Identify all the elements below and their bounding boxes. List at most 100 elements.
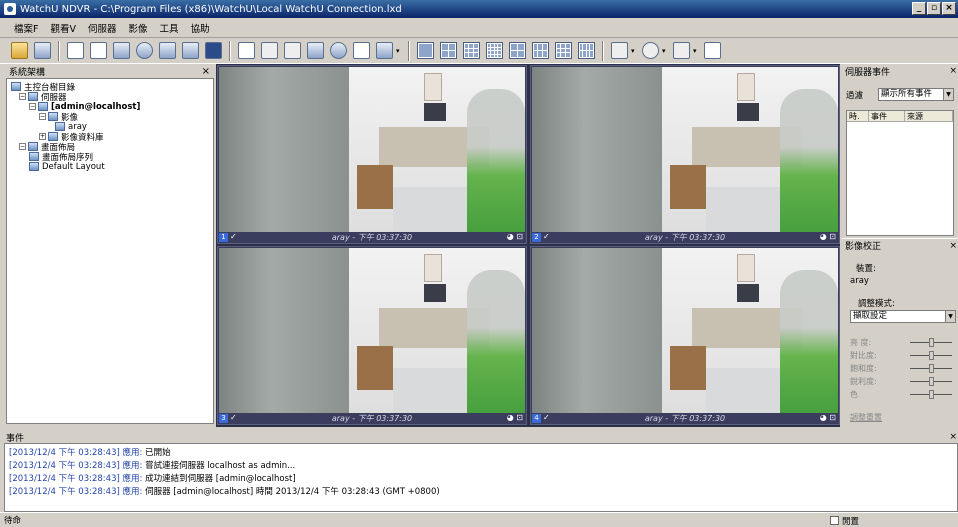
log-timestamp: [2013/12/4 下午 03:28:43] xyxy=(9,474,120,484)
person-dropdown[interactable]: ▾ xyxy=(693,47,701,55)
idle-status: 閒置 xyxy=(842,516,860,527)
camera-tile[interactable]: 1 ✓ aray - 下午 03:37:30 ◕ ⊡ xyxy=(217,65,527,244)
camera-status-icons[interactable]: ◕ ⊡ xyxy=(507,413,523,422)
adjust-close[interactable]: × xyxy=(949,241,957,251)
hand-dropdown[interactable]: ▾ xyxy=(662,47,670,55)
playback-button[interactable] xyxy=(179,40,201,62)
edit-button[interactable] xyxy=(110,40,132,62)
tree-view-button[interactable] xyxy=(64,40,86,62)
alarm-button[interactable] xyxy=(202,40,224,62)
col-source[interactable]: 來源 xyxy=(905,111,953,121)
connect-button[interactable] xyxy=(258,40,280,62)
adjust-slider[interactable] xyxy=(910,364,952,373)
tree-node-icon xyxy=(28,142,38,151)
camera-status-icons[interactable]: ◕ ⊡ xyxy=(507,232,523,241)
open-button[interactable] xyxy=(8,40,30,62)
adjust-slider[interactable] xyxy=(910,338,952,347)
col-time[interactable]: 時. xyxy=(847,111,869,121)
clock-button[interactable] xyxy=(133,40,155,62)
folder-icon xyxy=(10,42,28,59)
expand-toggle[interactable]: − xyxy=(19,143,26,150)
layout-2x2-button[interactable] xyxy=(437,40,459,62)
reset-link[interactable]: 調整重置 xyxy=(850,412,882,423)
log-timestamp: [2013/12/4 下午 03:28:43] xyxy=(9,487,120,497)
log-entry[interactable]: [2013/12/4 下午 03:28:43] 應用: 伺服器 [admin@l… xyxy=(9,485,953,498)
adjust-slider[interactable] xyxy=(910,351,952,360)
event-log-close[interactable]: × xyxy=(949,432,957,442)
export-button[interactable] xyxy=(304,40,326,62)
col-event[interactable]: 事件 xyxy=(869,111,905,121)
layout-1x1-icon xyxy=(416,42,434,59)
restore-button[interactable]: ▫ xyxy=(927,2,941,15)
hand-button[interactable] xyxy=(639,40,661,62)
log-source: 應用: xyxy=(122,474,143,484)
snapshot-dropdown[interactable]: ▾ xyxy=(631,47,639,55)
log-entry[interactable]: [2013/12/4 下午 03:28:43] 應用: 成功連結到伺服器 [ad… xyxy=(9,472,953,485)
expand-toggle[interactable]: + xyxy=(39,133,46,140)
snapshot-button[interactable] xyxy=(608,40,630,62)
camera-status-icons[interactable]: ◕ ⊡ xyxy=(820,413,836,422)
expand-toggle[interactable]: − xyxy=(39,113,46,120)
server-events-close[interactable]: × xyxy=(949,66,957,76)
slider-thumb[interactable] xyxy=(928,390,934,399)
layout-1plus5-button[interactable] xyxy=(506,40,528,62)
minimize-button[interactable]: _ xyxy=(912,2,926,15)
camera-status-icons[interactable]: ◕ ⊡ xyxy=(820,232,836,241)
log-entry[interactable]: [2013/12/4 下午 03:28:43] 應用: 嘗試連接伺服器 loca… xyxy=(9,459,953,472)
tree-item[interactable]: Default Layout xyxy=(29,161,105,172)
log-entry[interactable]: [2013/12/4 下午 03:28:43] 應用: 已開始 xyxy=(9,446,953,459)
tree-close-button[interactable]: × xyxy=(202,66,210,77)
layout-custom-icon xyxy=(577,42,595,59)
disc-button[interactable] xyxy=(327,40,349,62)
print-dropdown[interactable]: ▾ xyxy=(396,47,404,55)
event-log-panel: 事件 × [2013/12/4 下午 03:28:43] 應用: 已開始 [201… xyxy=(4,430,958,512)
mode-select[interactable]: 擷取設定 ▼ xyxy=(850,310,956,323)
close-button[interactable]: × xyxy=(942,2,956,15)
menu-view[interactable]: 觀看V xyxy=(50,21,76,35)
layout-3x3-button[interactable] xyxy=(460,40,482,62)
person-button[interactable] xyxy=(670,40,692,62)
bottle xyxy=(780,89,838,233)
ptz-button[interactable] xyxy=(235,40,257,62)
app-icon xyxy=(4,3,16,15)
expand-toggle[interactable]: − xyxy=(19,93,26,100)
tree-view[interactable]: 主控台樹目錄 − 伺服器 − [admin@localhost] − 影像 aray + 影像資料… xyxy=(6,78,214,424)
slider-thumb[interactable] xyxy=(928,338,934,347)
event-log-list[interactable]: [2013/12/4 下午 03:28:43] 應用: 已開始 [2013/12/… xyxy=(4,443,958,512)
frosted-glass xyxy=(219,248,349,414)
record-button[interactable] xyxy=(156,40,178,62)
monitor xyxy=(424,284,446,302)
menu-help[interactable]: 協助 xyxy=(191,21,210,35)
slider-thumb[interactable] xyxy=(928,351,934,360)
save-button[interactable] xyxy=(31,40,53,62)
camera-status-bar: 2 ✓ aray - 下午 03:37:30 ◕ ⊡ xyxy=(531,232,839,243)
layout-1plus12-icon xyxy=(554,42,572,59)
log-timestamp: [2013/12/4 下午 03:28:43] xyxy=(9,461,120,471)
layout-custom-button[interactable] xyxy=(575,40,597,62)
layout-4x4-button[interactable] xyxy=(483,40,505,62)
camera-tile[interactable]: 3 ✓ aray - 下午 03:37:30 ◕ ⊡ xyxy=(217,246,527,425)
layout-1plus12-button[interactable] xyxy=(552,40,574,62)
menu-video[interactable]: 影像 xyxy=(128,21,147,35)
expand-toggle[interactable]: − xyxy=(29,103,36,110)
tree-panel-header: 系統架構 × xyxy=(6,64,214,78)
print-button[interactable] xyxy=(373,40,395,62)
disconnect-button[interactable] xyxy=(281,40,303,62)
adjust-slider[interactable] xyxy=(910,377,952,386)
server-events-table[interactable]: 時. 事件 來源 xyxy=(846,110,954,236)
camera-tile[interactable]: 4 ✓ aray - 下午 03:37:30 ◕ ⊡ xyxy=(530,246,840,425)
filter-select[interactable]: 顯示所有事件 ▼ xyxy=(878,88,954,101)
layout-1x1-button[interactable] xyxy=(414,40,436,62)
list-view-button[interactable] xyxy=(87,40,109,62)
menu-server[interactable]: 伺服器 xyxy=(88,21,117,35)
adjust-slider[interactable] xyxy=(910,390,952,399)
document-button[interactable] xyxy=(350,40,372,62)
slider-thumb[interactable] xyxy=(928,377,934,386)
adjust-slider-row: 對比度: xyxy=(850,349,956,362)
slider-thumb[interactable] xyxy=(928,364,934,373)
menu-tools[interactable]: 工具 xyxy=(160,21,179,35)
layout-1plus7-button[interactable] xyxy=(529,40,551,62)
menu-file[interactable]: 檔案F xyxy=(14,21,38,35)
fullscreen-button[interactable] xyxy=(701,40,723,62)
camera-tile[interactable]: 2 ✓ aray - 下午 03:37:30 ◕ ⊡ xyxy=(530,65,840,244)
